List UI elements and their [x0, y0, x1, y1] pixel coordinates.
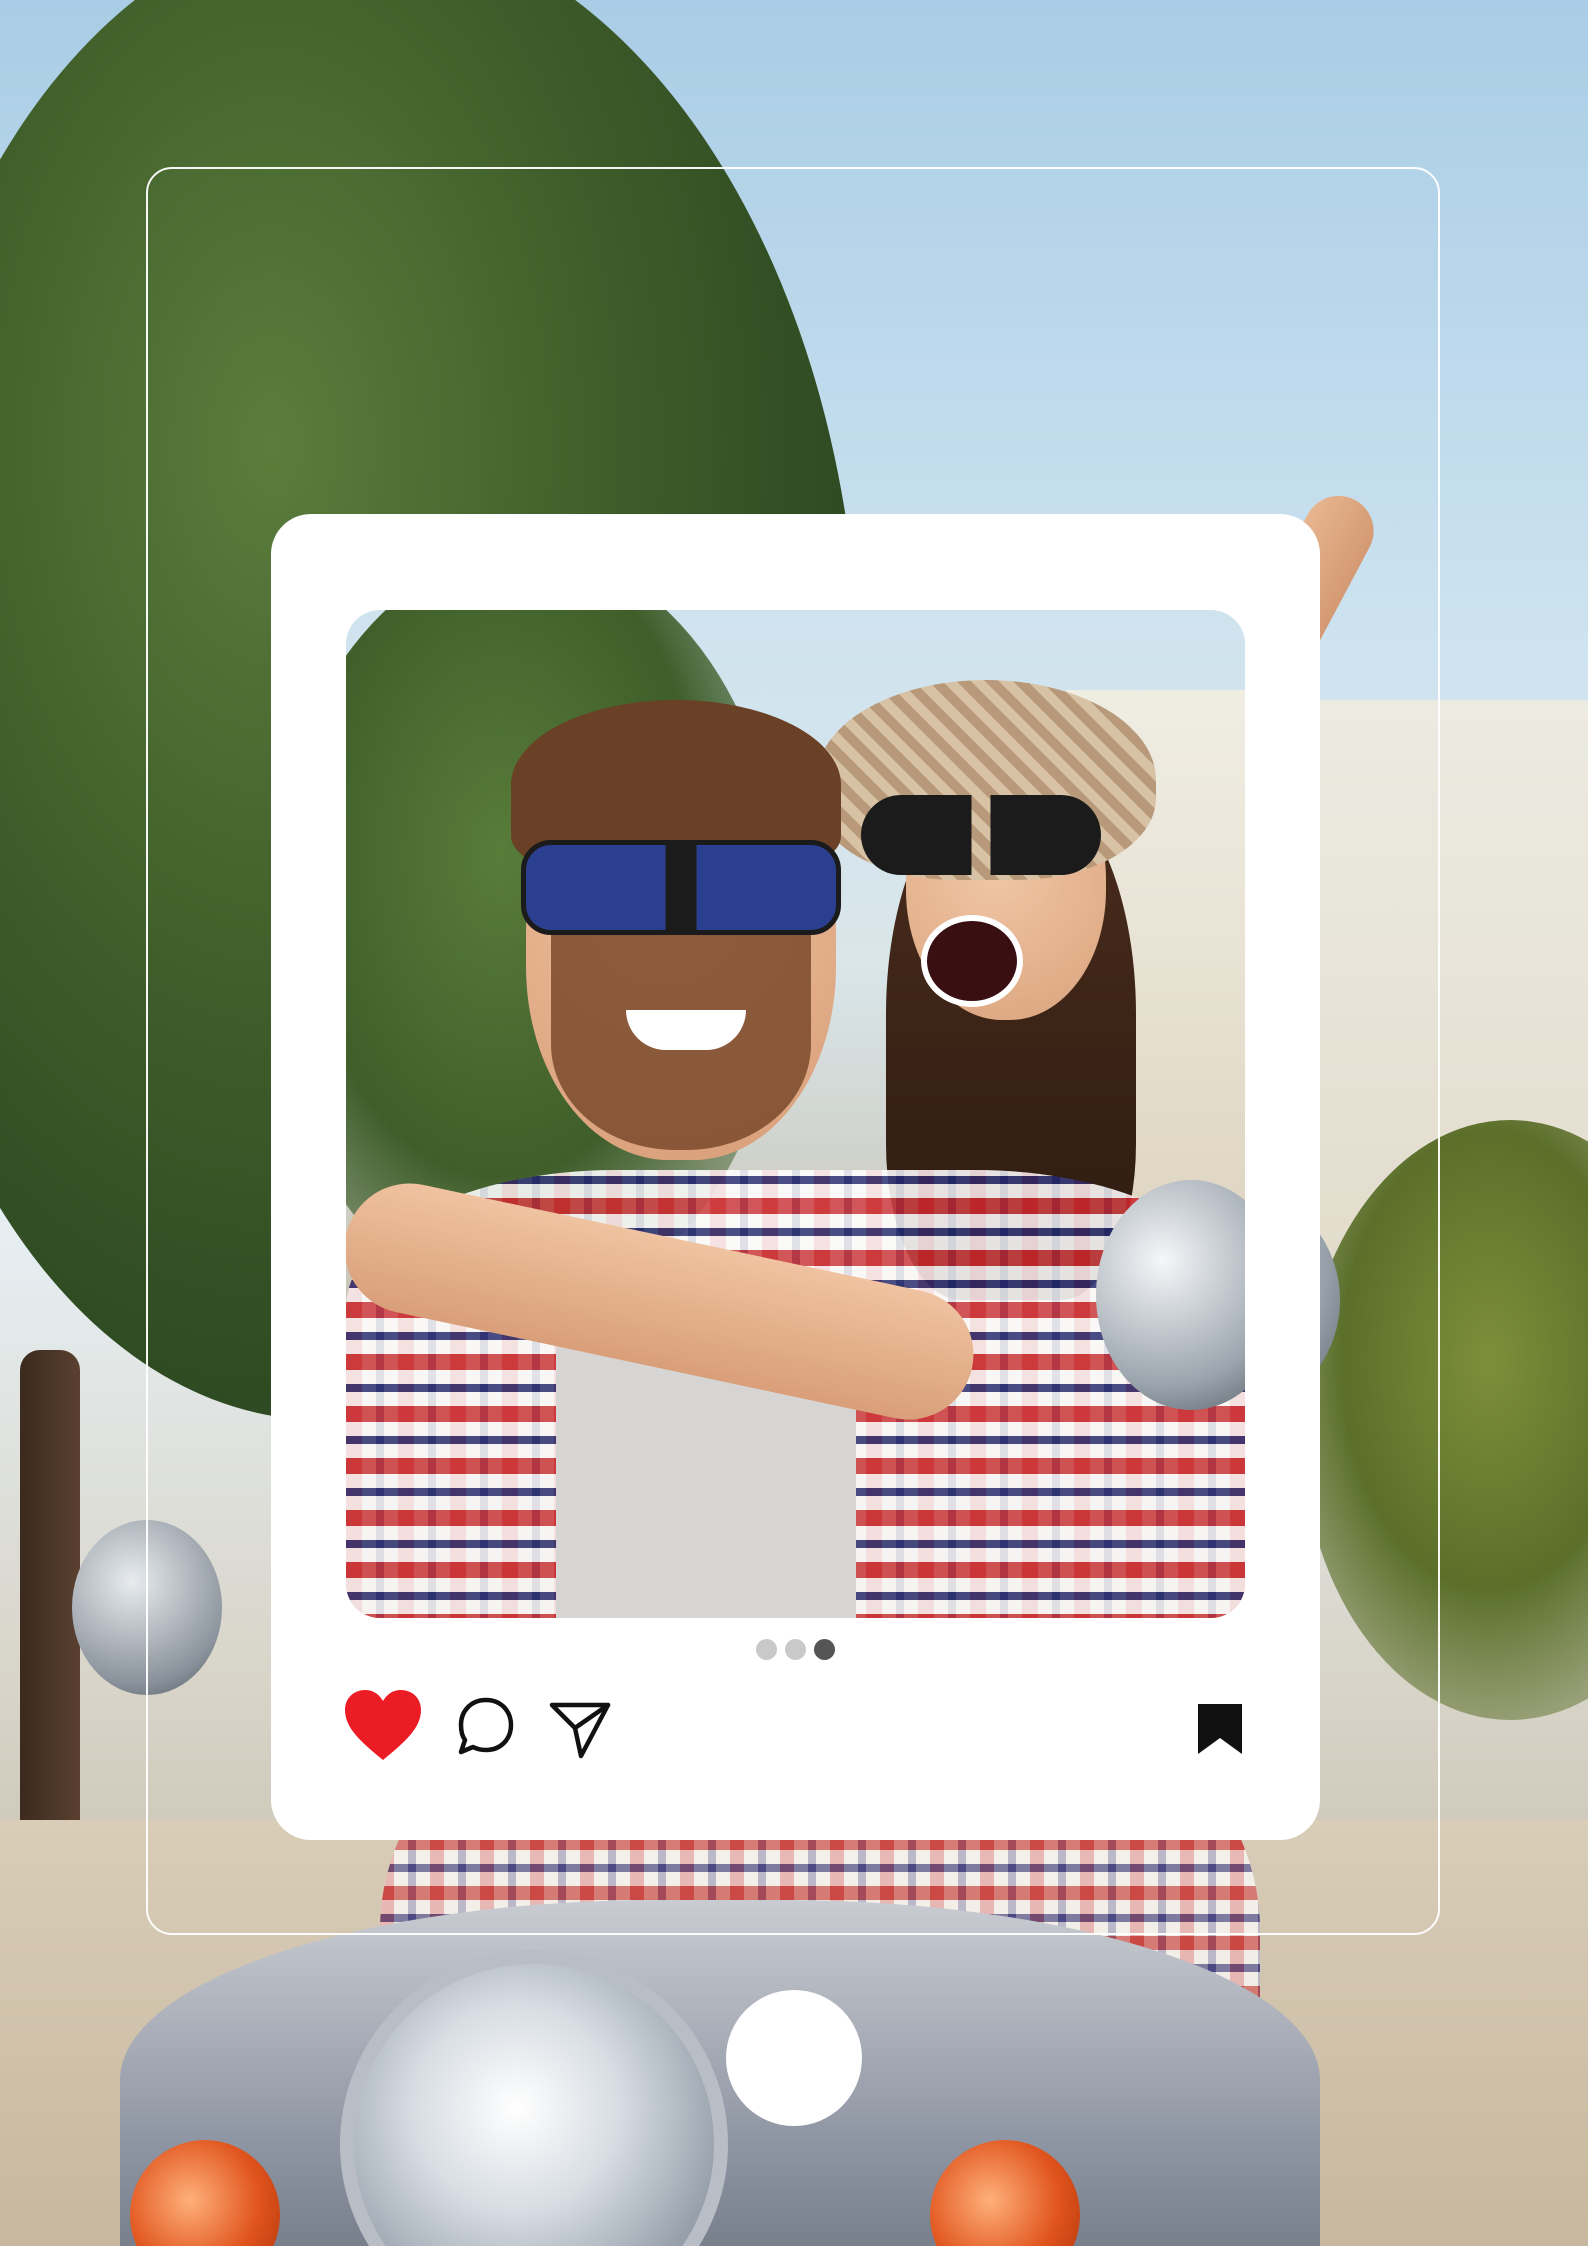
post-image-woman-mouth	[921, 915, 1023, 1007]
carousel-indicator	[271, 1639, 1320, 1661]
heart-icon[interactable]	[343, 1688, 423, 1762]
comment-icon[interactable]	[457, 1696, 515, 1756]
carousel-dot-1[interactable]	[756, 1639, 777, 1660]
carousel-dot-3-active[interactable]	[814, 1639, 835, 1660]
share-icon[interactable]	[549, 1700, 611, 1760]
post-image-woman-sunglasses	[861, 795, 1101, 875]
post-card	[271, 514, 1320, 1840]
background-tree-trunk	[20, 1350, 80, 1850]
carousel-dot-2[interactable]	[785, 1639, 806, 1660]
post-image[interactable]	[346, 610, 1245, 1618]
post-image-man-sunglasses	[521, 840, 841, 935]
shutter-button[interactable]	[726, 1990, 862, 2126]
bookmark-icon[interactable]	[1196, 1702, 1244, 1756]
